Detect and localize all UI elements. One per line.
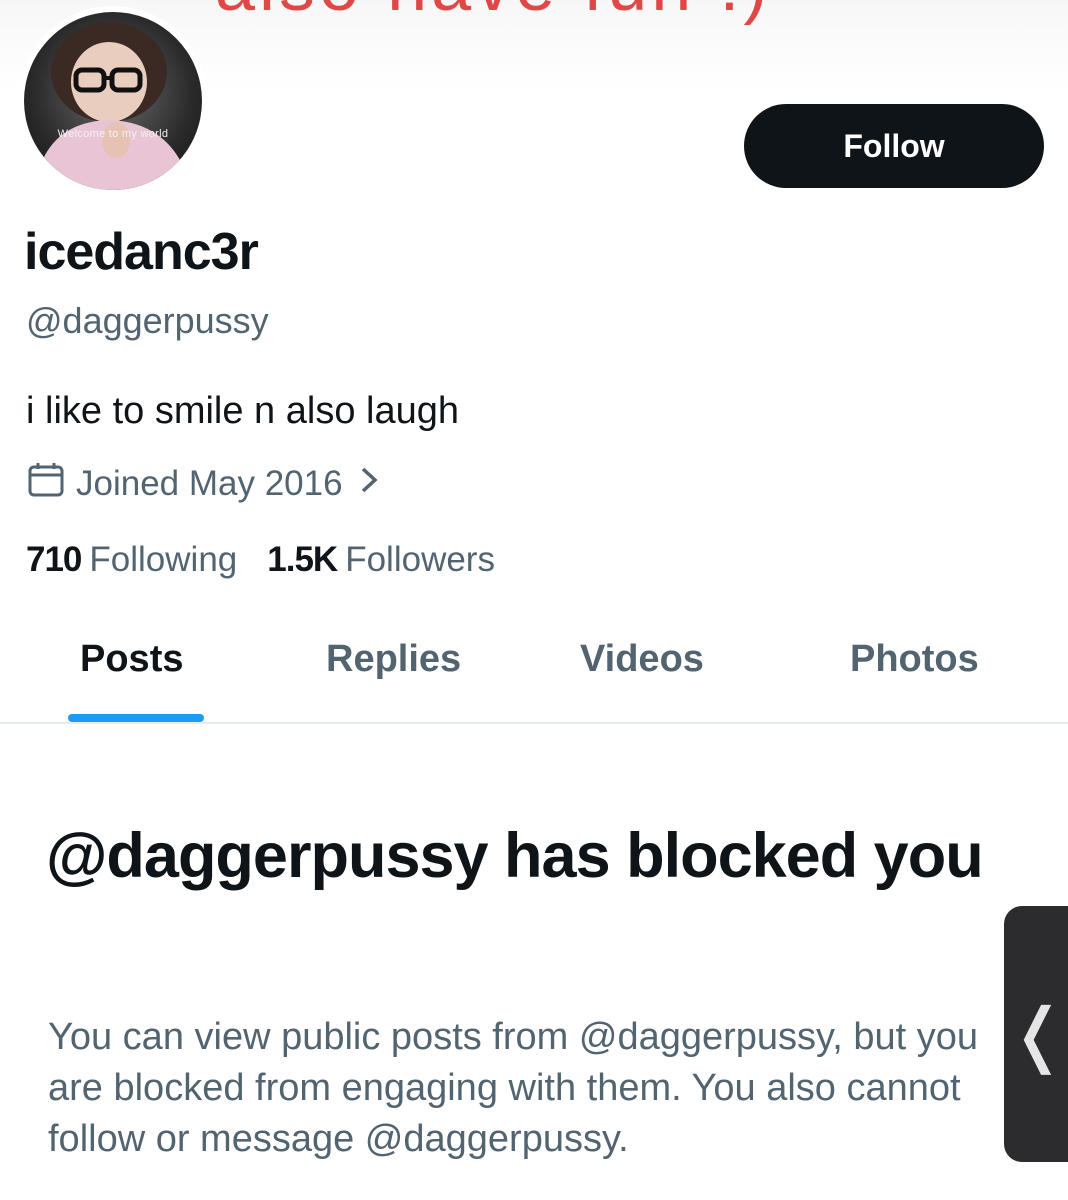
blocked-message: You can view public posts from @daggerpu…	[48, 1016, 978, 1160]
calendar-icon	[26, 460, 66, 509]
avatar-caption: Welcome to my world	[57, 128, 169, 140]
avatar[interactable]: Welcome to my world	[18, 6, 208, 196]
avatar-image: Welcome to my world	[24, 12, 202, 190]
tab-photos[interactable]: Photos	[850, 638, 979, 681]
followers-label: Followers	[345, 540, 495, 579]
chevron-right-icon	[359, 465, 379, 503]
following-label: Following	[89, 540, 238, 579]
display-name: icedanc3r	[24, 223, 259, 281]
followers-link[interactable]: 1.5K Followers	[267, 540, 495, 580]
active-tab-indicator	[68, 714, 204, 722]
banner-text: also have fun :)	[215, 0, 855, 26]
side-panel-handle[interactable]: ❬	[1004, 906, 1068, 1162]
profile-tabs: Posts Replies Videos Photos	[0, 610, 1068, 724]
profile-bio: i like to smile n also laugh	[26, 390, 459, 432]
tab-replies[interactable]: Replies	[326, 638, 461, 681]
follow-stats: 710 Following 1.5K Followers	[26, 540, 495, 580]
following-link[interactable]: 710 Following	[26, 540, 237, 580]
joined-date: Joined May 2016	[76, 464, 343, 503]
followers-count: 1.5K	[267, 540, 338, 579]
follow-button[interactable]: Follow	[744, 104, 1044, 188]
following-count: 710	[26, 540, 82, 579]
chevron-left-icon: ❬	[1008, 993, 1068, 1075]
tab-posts[interactable]: Posts	[80, 638, 183, 681]
tab-videos[interactable]: Videos	[580, 638, 704, 681]
user-handle: @daggerpussy	[26, 300, 269, 341]
joined-date-row[interactable]: Joined May 2016	[26, 462, 379, 506]
blocked-title: @daggerpussy has blocked you	[46, 821, 984, 891]
